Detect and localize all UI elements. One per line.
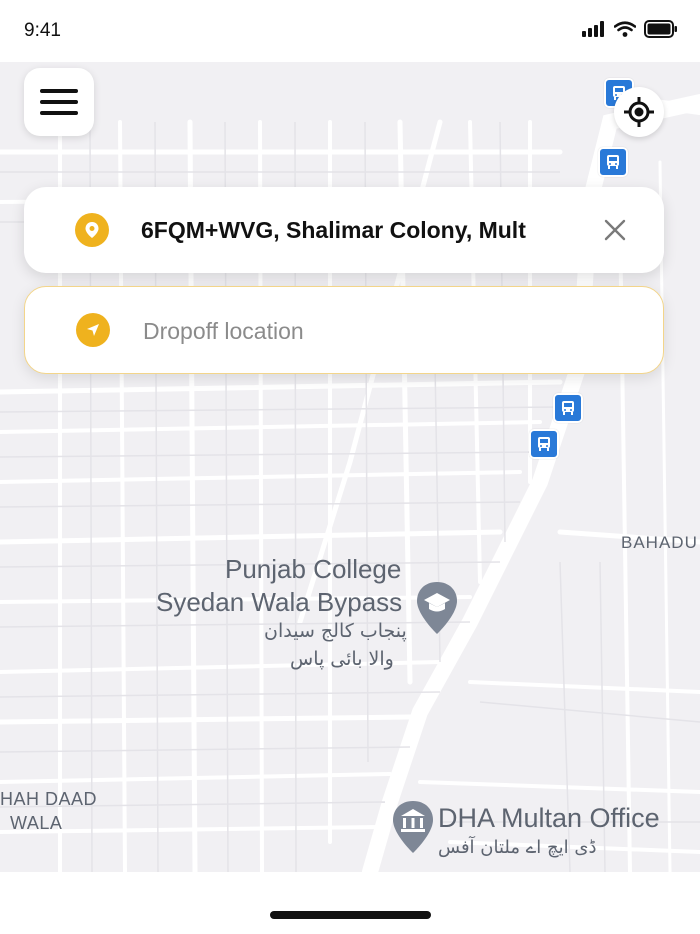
- bus-stop-icon[interactable]: [553, 393, 583, 423]
- status-bar: 9:41: [0, 0, 700, 62]
- area-label-shah-daad-line2: WALA: [10, 813, 63, 833]
- battery-icon: [644, 20, 677, 38]
- pickup-address-text[interactable]: 6FQM+WVG, Shalimar Colony, Mult: [141, 217, 573, 244]
- poi-office-name: DHA Multan Office: [438, 803, 660, 833]
- dropoff-location-card[interactable]: [24, 286, 664, 374]
- close-icon[interactable]: [602, 217, 628, 243]
- dropoff-arrow-badge: [76, 313, 110, 347]
- poi-college-urdu-line2: والا بائی پاس: [290, 648, 394, 670]
- bus-stop-icon[interactable]: [529, 429, 559, 459]
- bank-icon[interactable]: [391, 799, 435, 855]
- wifi-icon: [614, 21, 636, 37]
- area-label-bahadur: BAHADU: [621, 533, 698, 552]
- area-label-shah-daad-line1: HAH DAAD: [0, 789, 98, 809]
- navigation-arrow-icon: [87, 324, 99, 336]
- map-view[interactable]: Punjab College Syedan Wala Bypass پنجاب …: [0, 62, 700, 872]
- pickup-pin-badge: [75, 213, 109, 247]
- status-icons: [582, 20, 678, 38]
- poi-college-name-line1: Punjab College: [225, 554, 402, 584]
- crosshair-icon: [624, 97, 654, 127]
- graduation-cap-icon[interactable]: [415, 580, 459, 636]
- poi-college-name-line2: Syedan Wala Bypass: [156, 587, 403, 617]
- menu-button[interactable]: [24, 68, 94, 136]
- dropoff-input[interactable]: [141, 315, 625, 347]
- location-pin-icon: [85, 222, 99, 238]
- poi-college-urdu-line1: پنجاب کالج سیدان: [264, 620, 407, 642]
- menu-icon: [40, 89, 78, 115]
- home-indicator[interactable]: [270, 911, 431, 919]
- poi-office-urdu: ڈی ایچ اے ملتان آفس: [438, 837, 597, 858]
- cellular-signal-icon: [582, 21, 604, 37]
- pickup-location-card[interactable]: 6FQM+WVG, Shalimar Colony, Mult: [24, 187, 664, 273]
- status-time: 9:41: [24, 20, 61, 41]
- locate-me-button[interactable]: [614, 87, 664, 137]
- bus-stop-icon[interactable]: [598, 147, 628, 177]
- map-roads: [0, 94, 700, 872]
